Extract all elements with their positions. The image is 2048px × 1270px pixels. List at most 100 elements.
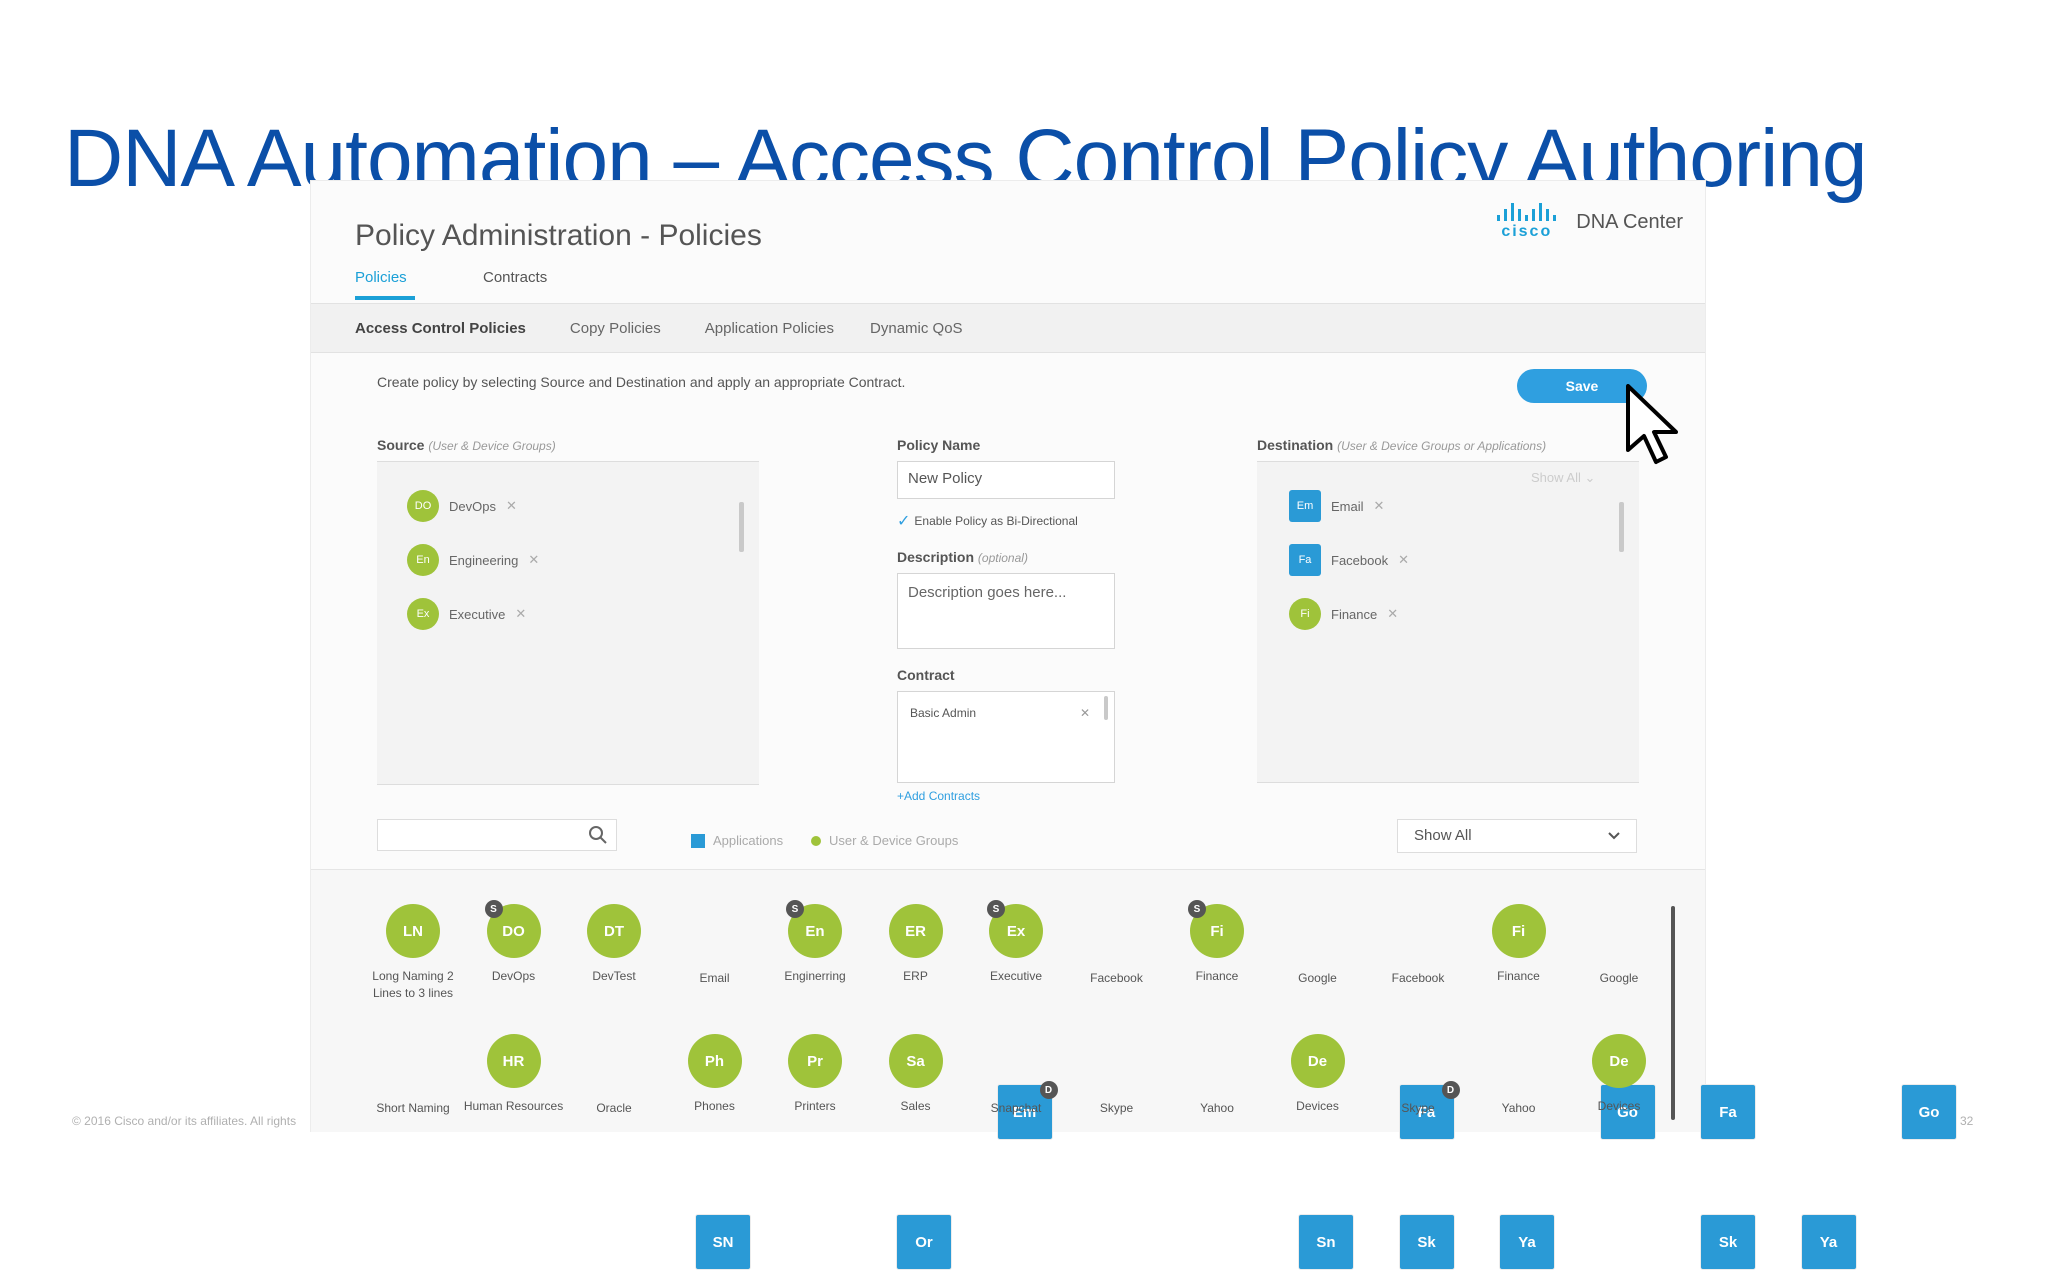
subnav-access-control-policies[interactable]: Access Control Policies bbox=[355, 320, 526, 337]
palette-tile-label: Printers bbox=[794, 1099, 836, 1113]
chevron-down-icon bbox=[1608, 832, 1620, 840]
destination-list[interactable]: Show All ⌄ Em Email ✕ Fa Facebook ✕ Fi F… bbox=[1257, 461, 1639, 783]
group-icon: DT bbox=[587, 904, 641, 958]
destination-scrollbar[interactable] bbox=[1619, 502, 1624, 552]
palette-tile[interactable]: Fa D Facebook bbox=[1067, 904, 1460, 1140]
palette-tile[interactable]: En S Enginerring bbox=[765, 900, 865, 985]
palette-tile[interactable]: Fi Finance bbox=[1469, 904, 1569, 985]
palette-tile[interactable]: Go Google bbox=[1569, 904, 1957, 1140]
destination-chip[interactable]: Fi Finance ✕ bbox=[1289, 598, 1398, 630]
palette-tile[interactable]: Sk Skype bbox=[1368, 1034, 1756, 1270]
palette-tile-label: Human Resources bbox=[463, 1099, 564, 1113]
remove-icon[interactable]: ✕ bbox=[1080, 706, 1090, 720]
remove-icon[interactable]: ✕ bbox=[1374, 498, 1385, 514]
remove-icon[interactable]: ✕ bbox=[506, 498, 517, 514]
palette-tile[interactable]: LN Long Naming 2 Lines to 3 lines bbox=[363, 904, 463, 1002]
subnav-application-policies[interactable]: Application Policies bbox=[705, 320, 834, 337]
palette-scrollbar[interactable] bbox=[1671, 906, 1675, 1120]
group-icon: En bbox=[407, 544, 439, 576]
palette-tile-label: Skype bbox=[1099, 1101, 1134, 1115]
palette-tile-label: Finance bbox=[1497, 969, 1540, 983]
tab-policies[interactable]: Policies bbox=[355, 269, 415, 300]
application-icon: Ya bbox=[1499, 1214, 1555, 1270]
remove-icon[interactable]: ✕ bbox=[1398, 552, 1409, 568]
description-label-text: Description bbox=[897, 549, 975, 565]
palette-tile[interactable]: Sa Sales bbox=[866, 1034, 966, 1115]
palette-tile[interactable]: Sk Skype bbox=[1067, 1034, 1455, 1270]
search-input[interactable] bbox=[377, 819, 617, 851]
subnav-dynamic-qos[interactable]: Dynamic QoS bbox=[870, 320, 963, 337]
palette-tile[interactable]: SN Short Naming bbox=[363, 1034, 751, 1270]
contract-list[interactable]: Basic Admin ✕ bbox=[897, 691, 1115, 783]
chevron-down-icon: ⌄ bbox=[1584, 470, 1596, 485]
source-chip[interactable]: En Engineering ✕ bbox=[407, 544, 539, 576]
application-icon: Sk bbox=[1700, 1214, 1756, 1270]
contract-scrollbar[interactable] bbox=[1104, 696, 1108, 720]
source-chip[interactable]: DO DevOps ✕ bbox=[407, 490, 517, 522]
palette-tile[interactable]: Pr Printers bbox=[765, 1034, 865, 1115]
palette-tile[interactable]: ER ERP bbox=[866, 904, 966, 985]
palette-tile[interactable]: Or Oracle bbox=[564, 1034, 952, 1270]
palette-tile[interactable]: DO S DevOps bbox=[464, 900, 564, 985]
group-icon: Pr bbox=[788, 1034, 842, 1088]
destination-chip[interactable]: Em Email ✕ bbox=[1289, 490, 1384, 522]
description-textarea[interactable]: Description goes here... bbox=[897, 573, 1115, 649]
page-title: Policy Administration - Policies bbox=[355, 219, 762, 252]
source-chip[interactable]: Ex Executive ✕ bbox=[407, 598, 526, 630]
palette-tile[interactable]: Em D Email bbox=[665, 904, 1058, 1140]
cisco-wordmark: cisco bbox=[1501, 223, 1553, 240]
palette-tile-label: Devices bbox=[1296, 1099, 1339, 1113]
chip-label: Executive bbox=[449, 606, 506, 622]
palette-tile-label: Google bbox=[1298, 971, 1337, 985]
palette-tile[interactable]: Ya Yahoo bbox=[1167, 1034, 1555, 1270]
search-icon[interactable] bbox=[588, 825, 608, 845]
remove-icon[interactable]: ✕ bbox=[528, 552, 539, 568]
palette-tile[interactable]: Ph Phones bbox=[665, 1034, 765, 1115]
palette-tile-label: Yahoo bbox=[1501, 1101, 1536, 1115]
palette-tile-label: Skype bbox=[1401, 1101, 1435, 1115]
status-badge: S bbox=[987, 900, 1005, 918]
product-name: DNA Center bbox=[1576, 210, 1683, 233]
remove-icon[interactable]: ✕ bbox=[515, 606, 526, 622]
source-scrollbar[interactable] bbox=[739, 502, 744, 552]
application-icon: SN bbox=[695, 1214, 751, 1270]
destination-chip[interactable]: Fa Facebook ✕ bbox=[1289, 544, 1409, 576]
palette-tile[interactable]: Ex S Executive bbox=[966, 900, 1066, 985]
palette-tile[interactable]: Fa Facebook bbox=[1368, 904, 1756, 1140]
palette-tile-label: Facebook bbox=[1090, 971, 1143, 985]
palette-tile-label: Email bbox=[699, 971, 730, 985]
remove-icon[interactable]: ✕ bbox=[1387, 606, 1398, 622]
group-icon: DO bbox=[407, 490, 439, 522]
group-icon: LN bbox=[386, 904, 440, 958]
palette-tile[interactable]: Sn Snapchat bbox=[966, 1034, 1354, 1270]
palette-tile[interactable]: De Devices bbox=[1569, 1034, 1669, 1115]
palette-tile[interactable]: Ya Yahoo bbox=[1469, 1034, 1857, 1270]
palette-tile[interactable]: Go Google bbox=[1268, 904, 1656, 1140]
bidirectional-checkbox[interactable]: ✓ Enable Policy as Bi-Directional bbox=[897, 511, 1078, 531]
checkmark-icon: ✓ bbox=[897, 513, 911, 530]
tab-contracts[interactable]: Contracts bbox=[483, 269, 547, 300]
destination-show-all[interactable]: Show All ⌄ bbox=[1531, 470, 1595, 486]
palette-tile[interactable]: DT DevTest bbox=[564, 904, 664, 985]
palette-tile-label: Google bbox=[1599, 971, 1639, 985]
palette-tile[interactable]: HR Human Resources bbox=[464, 1034, 564, 1115]
palette-tile-label: Snapchat bbox=[990, 1101, 1042, 1115]
palette-tile[interactable]: Fi S Finance bbox=[1167, 900, 1267, 985]
policy-name-input[interactable]: New Policy bbox=[897, 461, 1115, 499]
status-badge: S bbox=[484, 900, 503, 918]
mouse-pointer-icon bbox=[1626, 384, 1678, 464]
group-icon: Ex bbox=[407, 598, 439, 630]
subnav-copy-policies[interactable]: Copy Policies bbox=[570, 320, 661, 337]
destination-hint: (User & Device Groups or Applications) bbox=[1337, 439, 1547, 453]
add-contracts-link[interactable]: +Add Contracts bbox=[897, 789, 980, 803]
filter-select[interactable]: Show All bbox=[1397, 819, 1637, 853]
palette-tile-label: Oracle bbox=[596, 1101, 632, 1115]
source-list[interactable]: DO DevOps ✕ En Engineering ✕ Ex Executiv… bbox=[377, 461, 759, 785]
palette-tile[interactable]: De Devices bbox=[1268, 1034, 1368, 1115]
group-icon: En S bbox=[786, 900, 842, 958]
application-icon: Or bbox=[896, 1214, 952, 1270]
description-label: Description (optional) bbox=[897, 549, 1028, 565]
chip-label: Finance bbox=[1331, 606, 1378, 622]
application-icon: Sn bbox=[1298, 1214, 1354, 1270]
palette-tile-label: Enginerring bbox=[784, 969, 846, 983]
